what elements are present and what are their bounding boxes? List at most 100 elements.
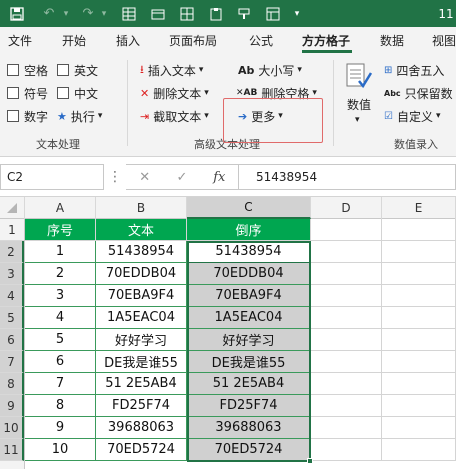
more-options-icon[interactable]: ⋮ <box>106 165 124 189</box>
cell-text[interactable]: 好好学习 <box>96 329 187 351</box>
cell-text[interactable]: DE我是谁55 <box>96 351 187 373</box>
keep-number-button[interactable]: Abc 只保留数 <box>384 84 453 102</box>
empty-cell[interactable] <box>382 307 456 329</box>
insert-function-icon[interactable]: fx <box>201 170 238 185</box>
column-header-a[interactable]: A <box>25 197 96 219</box>
empty-cell[interactable] <box>382 395 456 417</box>
empty-cell[interactable] <box>382 263 456 285</box>
name-box[interactable]: C2 <box>0 164 104 190</box>
save-icon[interactable] <box>6 3 28 24</box>
empty-cell[interactable] <box>382 417 456 439</box>
checkbox-english[interactable]: 英文 <box>57 61 98 79</box>
empty-cell[interactable] <box>382 219 456 241</box>
cell-reversed[interactable]: FD25F74 <box>187 395 311 417</box>
cell-reversed[interactable]: 51 2E5AB4 <box>187 373 311 395</box>
cell-text[interactable]: 51438954 <box>96 241 187 263</box>
extract-text-button[interactable]: ⇥ 截取文本 ▾ <box>140 107 209 125</box>
empty-cell[interactable] <box>382 241 456 263</box>
clipboard-icon[interactable] <box>205 3 227 24</box>
cell-reversed[interactable]: 70ED5724 <box>187 439 311 461</box>
value-button[interactable]: 数值 <box>347 95 371 113</box>
cell-index[interactable]: 6 <box>25 351 96 373</box>
confirm-icon[interactable]: ✓ <box>163 170 200 185</box>
paint-icon[interactable] <box>234 3 256 24</box>
column-header-e[interactable]: E <box>382 197 456 219</box>
cell-index[interactable]: 2 <box>25 263 96 285</box>
undo-dropdown-icon[interactable]: ▾ <box>60 3 72 24</box>
checkbox-icon[interactable] <box>7 110 19 122</box>
select-all-corner[interactable] <box>0 197 25 219</box>
format-icon[interactable] <box>147 3 169 24</box>
tab-insert[interactable]: 插入 <box>116 32 140 49</box>
header-cell[interactable]: 文本 <box>96 219 187 241</box>
checkbox-icon[interactable] <box>7 64 19 76</box>
empty-cell[interactable] <box>382 285 456 307</box>
checkbox-chinese[interactable]: 中文 <box>57 84 98 102</box>
checkbox-symbol[interactable]: 符号 <box>7 84 48 102</box>
checkbox-number[interactable]: 数字 <box>7 107 48 125</box>
execute-button[interactable]: ★ 执行 ▾ <box>57 107 102 125</box>
column-header-d[interactable]: D <box>311 197 382 219</box>
checkbox-space[interactable]: 空格 <box>7 61 48 79</box>
delete-text-button[interactable]: ✕ 删除文本 ▾ <box>140 84 209 102</box>
tab-data[interactable]: 数据 <box>380 32 404 49</box>
cell-reversed[interactable]: 1A5EAC04 <box>187 307 311 329</box>
empty-cell[interactable] <box>311 417 382 439</box>
column-header-c[interactable]: C <box>187 197 311 219</box>
cell-index[interactable]: 9 <box>25 417 96 439</box>
empty-cell[interactable] <box>311 329 382 351</box>
cell-text[interactable]: 70EBA9F4 <box>96 285 187 307</box>
empty-cell[interactable] <box>311 395 382 417</box>
column-header-b[interactable]: B <box>96 197 187 219</box>
formula-input[interactable]: 51438954 <box>238 164 456 190</box>
cell-index[interactable]: 5 <box>25 329 96 351</box>
redo-dropdown-icon[interactable]: ▾ <box>98 3 110 24</box>
customize-icon[interactable]: ▾ <box>290 3 304 24</box>
cell-index[interactable]: 3 <box>25 285 96 307</box>
cell-text[interactable]: 39688063 <box>96 417 187 439</box>
empty-cell[interactable] <box>311 351 382 373</box>
cell-reversed[interactable]: 51438954 <box>187 241 311 263</box>
insert-text-button[interactable]: ⭳ 插入文本 ▾ <box>140 61 203 79</box>
cell-reversed[interactable]: 39688063 <box>187 417 311 439</box>
cell-text[interactable]: 1A5EAC04 <box>96 307 187 329</box>
undo-icon[interactable]: ↶ <box>38 3 60 24</box>
cell-text[interactable]: 70ED5724 <box>96 439 187 461</box>
fill-handle[interactable] <box>307 458 313 464</box>
header-cell[interactable]: 倒序 <box>187 219 311 241</box>
round-button[interactable]: ⊞ 四舍五入 <box>384 61 444 79</box>
empty-cell[interactable] <box>382 439 456 461</box>
empty-cell[interactable] <box>311 263 382 285</box>
header-cell[interactable]: 序号 <box>25 219 96 241</box>
cell-index[interactable]: 10 <box>25 439 96 461</box>
cell-index[interactable]: 7 <box>25 373 96 395</box>
empty-cell[interactable] <box>382 351 456 373</box>
empty-cell[interactable] <box>311 219 382 241</box>
empty-cell[interactable] <box>311 285 382 307</box>
checkbox-icon[interactable] <box>7 87 19 99</box>
cancel-icon[interactable]: ✕ <box>126 170 163 185</box>
cell-index[interactable]: 4 <box>25 307 96 329</box>
cell-reversed[interactable]: 70EBA9F4 <box>187 285 311 307</box>
cell-text[interactable]: 51 2E5AB4 <box>96 373 187 395</box>
tab-home[interactable]: 开始 <box>62 32 86 49</box>
tab-page-layout[interactable]: 页面布局 <box>169 32 217 49</box>
case-button[interactable]: Ab 大小写 ▾ <box>238 61 302 79</box>
tab-formulas[interactable]: 公式 <box>249 32 273 49</box>
checkbox-icon[interactable] <box>57 64 69 76</box>
cell-index[interactable]: 8 <box>25 395 96 417</box>
table-icon[interactable] <box>118 3 140 24</box>
tab-view[interactable]: 视图 <box>432 32 456 49</box>
empty-cell[interactable] <box>311 307 382 329</box>
cell-index[interactable]: 1 <box>25 241 96 263</box>
empty-cell[interactable] <box>311 439 382 461</box>
cell-reversed[interactable]: 好好学习 <box>187 329 311 351</box>
tab-fangfangezi[interactable]: 方方格子 <box>302 32 350 49</box>
redo-icon[interactable]: ↷ <box>78 3 98 24</box>
chevron-down-icon[interactable]: ▾ <box>355 115 360 125</box>
table2-icon[interactable] <box>262 3 284 24</box>
empty-cell[interactable] <box>311 373 382 395</box>
grid-icon[interactable] <box>176 3 198 24</box>
empty-cell[interactable] <box>382 373 456 395</box>
cell-text[interactable]: FD25F74 <box>96 395 187 417</box>
